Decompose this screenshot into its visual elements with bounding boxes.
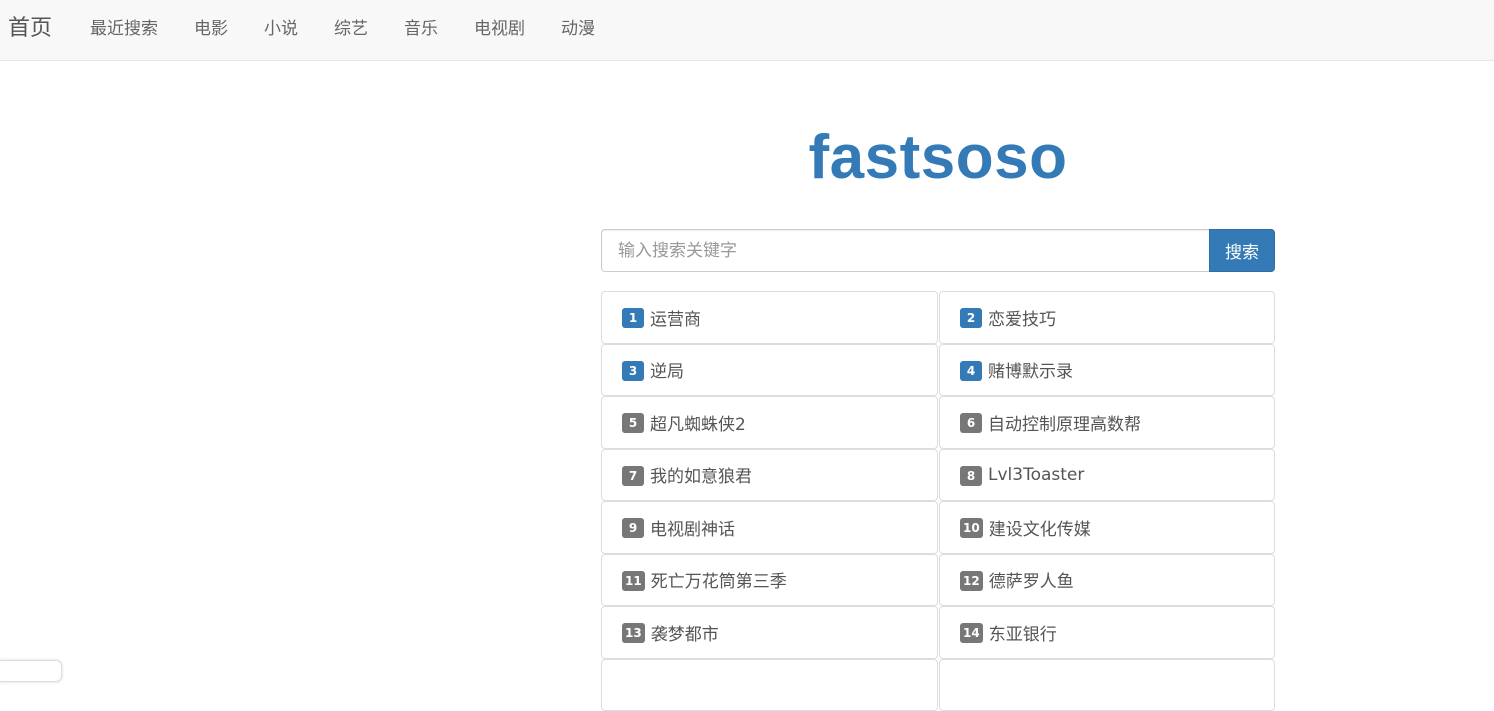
rank-badge: 13 — [622, 623, 645, 643]
hot-list-item[interactable]: 8 Lvl3Toaster — [939, 449, 1275, 502]
top-navbar: 首页 最近搜索 电影 小说 综艺 音乐 电视剧 动漫 — [0, 0, 1494, 61]
rank-badge: 6 — [960, 413, 982, 433]
hot-list-item[interactable] — [939, 659, 1275, 711]
rank-badge: 1 — [622, 308, 644, 328]
hot-list-label: 电视剧神话 — [650, 515, 735, 540]
rank-badge: 4 — [960, 361, 982, 381]
hot-list-item[interactable]: 3 逆局 — [601, 344, 938, 397]
hot-list-label: 恋爱技巧 — [988, 305, 1056, 330]
hot-list-item[interactable]: 4 赌博默示录 — [939, 344, 1275, 397]
rank-badge: 11 — [622, 571, 645, 591]
nav-item-tv-series[interactable]: 电视剧 — [456, 0, 543, 60]
hot-list-item[interactable]: 10 建设文化传媒 — [939, 501, 1275, 554]
nav-item-novels[interactable]: 小说 — [246, 0, 316, 60]
nav-item-recent-search[interactable]: 最近搜索 — [75, 0, 176, 60]
hot-list-label: 德萨罗人鱼 — [989, 567, 1074, 592]
hot-list-label: 逆局 — [650, 357, 684, 382]
hot-list-item[interactable]: 9 电视剧神话 — [601, 501, 938, 554]
rank-badge: 7 — [622, 466, 644, 486]
hot-list-item[interactable]: 1 运营商 — [601, 291, 938, 344]
nav-item-music[interactable]: 音乐 — [386, 0, 456, 60]
rank-badge: 3 — [622, 361, 644, 381]
hot-list-label: 赌博默示录 — [988, 357, 1073, 382]
hot-list-item[interactable]: 2 恋爱技巧 — [939, 291, 1275, 344]
hot-list-label: 自动控制原理高数帮 — [988, 410, 1141, 435]
hot-list-item[interactable]: 14 东亚银行 — [939, 606, 1275, 659]
hot-list-label: 我的如意狼君 — [650, 462, 752, 487]
search-bar: 搜索 — [601, 229, 1275, 272]
search-input[interactable] — [601, 229, 1209, 272]
nav-item-movies[interactable]: 电影 — [176, 0, 246, 60]
hot-list-label: 建设文化传媒 — [989, 515, 1091, 540]
rank-badge: 8 — [960, 466, 982, 486]
hot-list-label: Lvl3Toaster — [988, 465, 1084, 485]
hot-list-item[interactable]: 5 超凡蜘蛛侠2 — [601, 396, 938, 449]
hot-search-list: 1 运营商 2 恋爱技巧 3 逆局 4 赌博默示录 5 超凡蜘蛛侠2 6 自动控制原理高数帮 7 我的如意… — [601, 291, 1276, 711]
hot-list-label: 运营商 — [650, 305, 701, 330]
nav-item-variety[interactable]: 综艺 — [316, 0, 386, 60]
hot-list-label: 超凡蜘蛛侠2 — [650, 410, 746, 435]
hot-list-label: 东亚银行 — [989, 620, 1057, 645]
corner-widget[interactable] — [0, 660, 62, 682]
nav-menu: 最近搜索 电影 小说 综艺 音乐 电视剧 动漫 — [75, 0, 613, 60]
hot-list-item[interactable]: 7 我的如意狼君 — [601, 449, 938, 502]
rank-badge: 2 — [960, 308, 982, 328]
search-button[interactable]: 搜索 — [1209, 229, 1275, 272]
rank-badge: 5 — [622, 413, 644, 433]
hot-list-item[interactable]: 13 袭梦都市 — [601, 606, 938, 659]
rank-badge: 9 — [622, 518, 644, 538]
site-logo: fastsoso — [601, 118, 1275, 198]
hot-list-label: 死亡万花筒第三季 — [651, 567, 787, 592]
nav-item-anime[interactable]: 动漫 — [543, 0, 613, 60]
rank-badge: 10 — [960, 518, 983, 538]
hot-list-item[interactable]: 12 德萨罗人鱼 — [939, 554, 1275, 607]
hot-list-item[interactable]: 6 自动控制原理高数帮 — [939, 396, 1275, 449]
hot-list-item[interactable] — [601, 659, 938, 711]
nav-brand-home[interactable]: 首页 — [8, 13, 52, 45]
hot-list-label: 袭梦都市 — [651, 620, 719, 645]
rank-badge: 12 — [960, 571, 983, 591]
rank-badge: 14 — [960, 623, 983, 643]
hot-list-item[interactable]: 11 死亡万花筒第三季 — [601, 554, 938, 607]
